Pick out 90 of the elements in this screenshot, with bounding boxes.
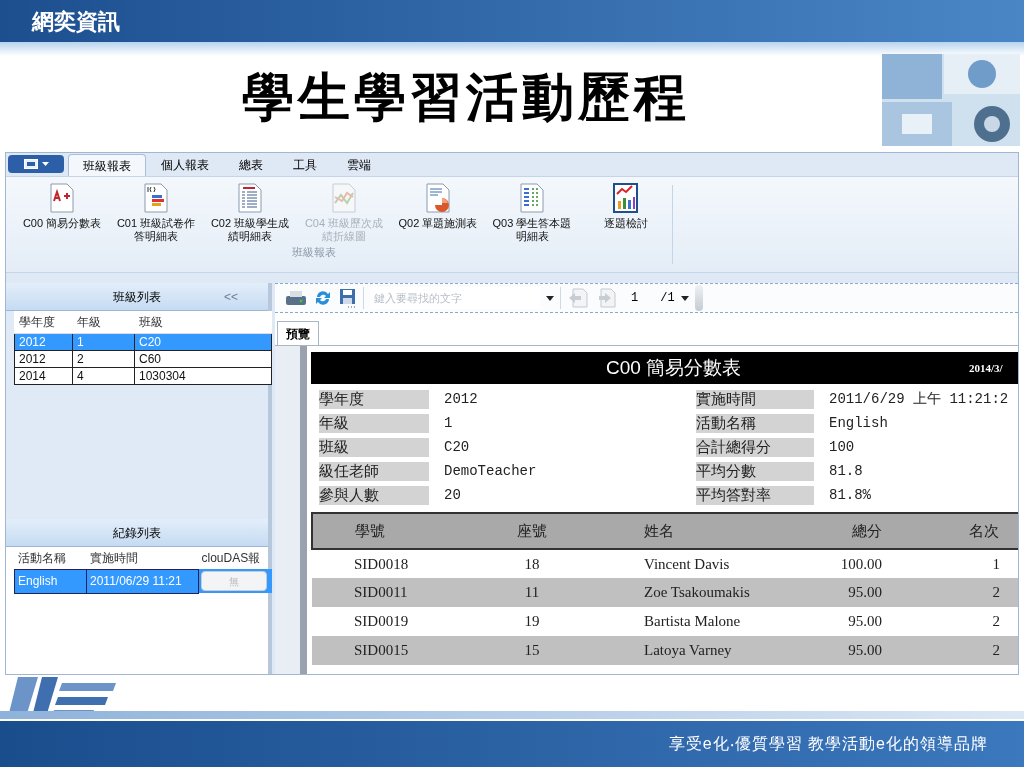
- field-value: DemoTeacher: [444, 462, 537, 481]
- table-cell: 95.00: [792, 578, 882, 607]
- field-value: 20: [444, 486, 461, 505]
- table-cell: 100.00: [792, 549, 882, 578]
- field-label: 級任老師: [319, 462, 429, 481]
- grid-document-icon: [519, 183, 545, 213]
- table-cell: SID0018: [312, 549, 462, 578]
- table-cell: Zoe Tsakoumakis: [602, 578, 792, 607]
- field-label: 學年度: [319, 390, 429, 409]
- ribbon-tab[interactable]: 工具: [278, 154, 332, 176]
- field-value: 2011/6/29 上午 11:21:2: [829, 390, 1009, 409]
- panel-title: 班級列表: [113, 288, 161, 306]
- field-value: 1: [444, 414, 453, 433]
- table-cell: 2: [882, 578, 1018, 607]
- field-value: 100: [829, 438, 855, 457]
- ribbon-button[interactable]: Q02 單題施測表: [392, 183, 484, 243]
- refresh-icon[interactable]: [313, 289, 333, 307]
- table-cell: 19: [462, 607, 602, 636]
- window-icon: [23, 159, 38, 169]
- page-count: /1: [660, 290, 675, 307]
- ribbon-button[interactable]: C00 簡易分數表: [16, 183, 108, 243]
- table-cell: SID0015: [312, 636, 462, 665]
- ribbon-button[interactable]: C02 班級學生成績明細表: [204, 183, 296, 243]
- ribbon-button[interactable]: Q03 學生答本題明細表: [486, 183, 578, 243]
- table-cell: SID0019: [312, 607, 462, 636]
- table-cell: 2: [882, 607, 1018, 636]
- ribbon-button[interactable]: 逐題檢討: [580, 183, 672, 243]
- ribbon-tab[interactable]: 總表: [224, 154, 278, 176]
- field-value: C20: [444, 438, 470, 457]
- field-value: 81.8: [829, 462, 863, 481]
- table-cell: Bartista Malone: [602, 607, 792, 636]
- table-cell: Latoya Varney: [602, 636, 792, 665]
- ribbon-tab[interactable]: 班級報表: [68, 154, 146, 176]
- column-header[interactable]: 年級: [72, 311, 135, 333]
- page-number: 1: [631, 290, 639, 307]
- field-label: 平均分數: [696, 462, 814, 481]
- field-label: 年級: [319, 414, 429, 433]
- report-title: C00 簡易分數表: [606, 355, 742, 380]
- field-label: 合計總得分: [696, 438, 814, 457]
- column-header[interactable]: 班級: [134, 311, 272, 333]
- column-header[interactable]: 實施時間: [86, 547, 199, 569]
- column-header: 座號: [462, 513, 602, 549]
- table-cell: 11: [462, 578, 602, 607]
- panel-title: 紀錄列表: [113, 524, 161, 542]
- pie-chart-document-icon: [425, 183, 451, 213]
- column-header: 姓名: [602, 513, 792, 549]
- column-header[interactable]: 活動名稱: [14, 547, 87, 569]
- field-label: 班級: [319, 438, 429, 457]
- table-cell: 18: [462, 549, 602, 578]
- field-label: 參與人數: [319, 486, 429, 505]
- table-cell: 95.00: [792, 607, 882, 636]
- report-date: 2014/3/: [969, 360, 1003, 376]
- bar-document-icon: [143, 183, 169, 213]
- brand-name: 網奕資訊: [32, 7, 120, 36]
- application-menu-button[interactable]: [8, 155, 64, 173]
- table-cell: Vincent Davis: [602, 549, 792, 578]
- field-label: 實施時間: [696, 390, 814, 409]
- chart-icon: [613, 183, 639, 213]
- preview-tab[interactable]: 預覽: [277, 321, 319, 345]
- slogan: 享受e化‧優質學習 教學活動e化的領導品牌: [668, 734, 988, 754]
- dropdown-arrow-icon[interactable]: [680, 295, 689, 301]
- table-cell: SID0011: [312, 578, 462, 607]
- column-header[interactable]: clouDAS報: [198, 547, 272, 569]
- table-cell: 2: [882, 636, 1018, 665]
- save-icon[interactable]: [339, 288, 357, 308]
- table-cell: 1: [882, 549, 1018, 578]
- field-value: English: [829, 414, 888, 433]
- line-chart-document-icon: [331, 183, 357, 213]
- column-header: 學號: [312, 513, 462, 549]
- column-header: 總分: [792, 513, 882, 549]
- ribbon-button[interactable]: C01 班級試卷作答明細表: [110, 183, 202, 243]
- printer-icon[interactable]: [285, 290, 307, 306]
- list-document-icon: [237, 183, 263, 213]
- field-value: 81.8%: [829, 486, 871, 505]
- column-header: 名次: [882, 513, 1018, 549]
- ribbon-tab[interactable]: 雲端: [332, 154, 386, 176]
- field-value: 2012: [444, 390, 478, 409]
- dropdown-arrow-icon[interactable]: [546, 295, 554, 301]
- caret-icon: [41, 162, 49, 166]
- field-label: 活動名稱: [696, 414, 814, 433]
- ribbon-tab[interactable]: 個人報表: [146, 154, 224, 176]
- search-field[interactable]: 鍵入要尋找的文字: [370, 287, 540, 309]
- table-cell: 95.00: [792, 636, 882, 665]
- slide-title: 學生學習活動歷程: [242, 65, 690, 129]
- column-header[interactable]: 學年度: [14, 311, 73, 333]
- table-cell: 15: [462, 636, 602, 665]
- ribbon-group-label: 班級報表: [292, 245, 337, 260]
- toolbar-grip[interactable]: [694, 285, 703, 311]
- field-label: 平均答對率: [696, 486, 814, 505]
- grade-document-icon: [49, 183, 75, 213]
